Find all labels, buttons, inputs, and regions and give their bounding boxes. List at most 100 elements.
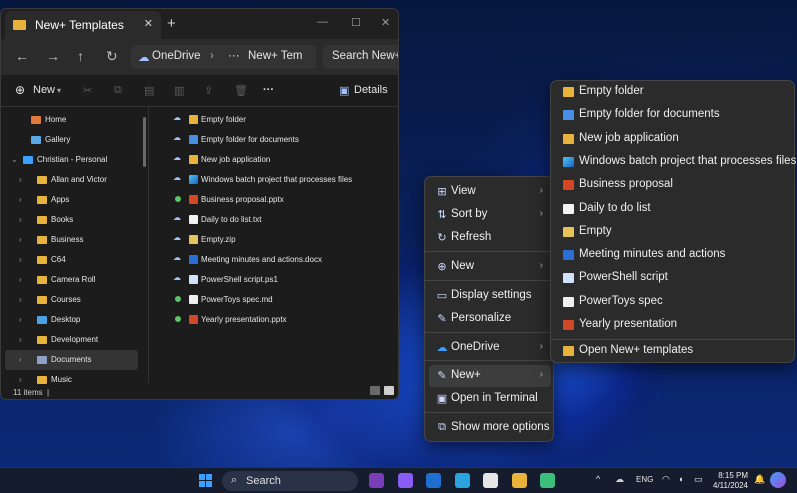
tiles-view-icon[interactable] (384, 386, 394, 395)
context-menu-item[interactable]: ↻ Refresh (429, 227, 551, 249)
chevron-right-icon[interactable]: › (19, 295, 22, 304)
volume-icon[interactable]: ◖ (678, 474, 683, 484)
sidebar-scrollbar[interactable] (143, 117, 146, 167)
start-button[interactable] (199, 474, 212, 487)
context-menu-item[interactable]: ⊞ View › (429, 181, 551, 203)
context-menu-item[interactable]: ⇅ Sort by › (429, 204, 551, 226)
file-explorer-app-icon[interactable] (511, 473, 527, 488)
new-tab-button[interactable]: + (167, 15, 176, 32)
rename-icon[interactable]: ▥ (174, 84, 184, 97)
refresh-button[interactable]: ↻ (106, 48, 118, 65)
template-label: Empty folder (579, 85, 644, 97)
context-menu-item[interactable]: ⧉ Show more options (429, 417, 551, 439)
visual-studio-app-icon[interactable] (397, 473, 413, 488)
onenote-app-icon[interactable] (369, 473, 384, 488)
sidebar-item[interactable]: › Apps (5, 190, 138, 210)
context-menu-item[interactable]: ▭ Display settings (429, 285, 551, 307)
context-menu-item[interactable]: ▣ Open in Terminal (429, 388, 551, 410)
onedrive-tray-icon[interactable]: ☁ (615, 474, 624, 485)
outlook-app-icon[interactable] (426, 473, 441, 488)
chevron-right-icon[interactable]: › (19, 255, 22, 264)
tray-overflow-icon[interactable]: ^ (596, 474, 600, 484)
paste-icon[interactable]: ▤ (144, 84, 154, 97)
back-button[interactable]: ← (15, 48, 29, 64)
new-plus-icon: ✎ (437, 370, 447, 382)
close-button[interactable]: ✕ (381, 16, 390, 29)
sidebar-item[interactable]: Home (5, 110, 138, 130)
sidebar-item[interactable]: › Books (5, 210, 138, 230)
sidebar-item[interactable]: › Desktop (5, 310, 138, 330)
explorer-tab[interactable]: New+ Templates ✕ (5, 11, 161, 39)
template-item[interactable]: Business proposal (555, 174, 791, 196)
template-item[interactable]: Empty folder for documents (555, 104, 791, 126)
battery-icon[interactable]: ▭ (694, 474, 703, 485)
delete-icon[interactable]: 🗑 (234, 84, 248, 97)
chevron-right-icon[interactable]: › (19, 355, 22, 364)
chevron-right-icon[interactable]: › (19, 195, 22, 204)
sidebar-item[interactable]: Gallery (5, 130, 138, 150)
chevron-right-icon[interactable]: › (19, 175, 22, 184)
new-button[interactable]: New (33, 84, 55, 96)
tab-close-icon[interactable]: ✕ (144, 17, 153, 30)
display-icon: ▭ (436, 290, 448, 302)
chevron-down-icon[interactable]: ⌄ (11, 155, 18, 164)
sidebar-item[interactable]: › C64 (5, 250, 138, 270)
context-menu-item[interactable]: ☁ OneDrive › (429, 337, 551, 359)
docblue-template-icon (563, 110, 574, 121)
breadcrumb-current[interactable]: New+ Tem (248, 50, 302, 62)
minimize-button[interactable]: — (317, 16, 328, 28)
copy-icon[interactable]: ⧉ (114, 84, 122, 97)
template-item[interactable]: PowerShell script (555, 267, 791, 289)
context-menu-item[interactable]: ✎ Personalize (429, 308, 551, 330)
template-item[interactable]: Daily to do list (555, 198, 791, 220)
sidebar-item[interactable]: › Allan and Victor (5, 170, 138, 190)
template-item[interactable]: PowerToys spec (555, 291, 791, 313)
sidebar-item[interactable]: › Courses (5, 290, 138, 310)
sidebar-item[interactable]: › Development (5, 330, 138, 350)
chevron-right-icon[interactable]: › (19, 235, 22, 244)
details-button[interactable]: Details (354, 84, 388, 96)
share-icon[interactable]: ⇪ (204, 84, 213, 97)
language-indicator[interactable]: ENG (636, 475, 653, 484)
template-item[interactable]: New job application (555, 128, 791, 150)
clock[interactable]: 8:15 PM 4/11/2024 (712, 471, 748, 491)
search-input[interactable]: Search New+ (323, 45, 398, 69)
sidebar-item[interactable]: › Documents (5, 350, 138, 370)
template-item[interactable]: Yearly presentation (555, 314, 791, 336)
taskbar-search[interactable]: ⌕ Search (222, 471, 358, 491)
wifi-icon[interactable]: ◠ (662, 474, 670, 485)
copilot-icon[interactable] (770, 472, 786, 488)
chevron-right-icon[interactable]: › (19, 215, 22, 224)
breadcrumb-ellipsis[interactable]: ··· (228, 50, 240, 62)
sidebar-item[interactable]: › Camera Roll (5, 270, 138, 290)
txtdoc-file-icon (189, 215, 198, 224)
template-item[interactable]: Empty (555, 221, 791, 243)
chevron-right-icon: › (539, 260, 543, 271)
up-button[interactable]: ↑ (77, 48, 84, 64)
folder-icon (37, 256, 47, 264)
edge-app-icon[interactable] (454, 473, 470, 488)
template-item[interactable]: Empty folder (555, 81, 791, 103)
chevron-right-icon[interactable]: › (19, 275, 22, 284)
template-item[interactable]: Meeting minutes and actions (555, 244, 791, 266)
github-app-icon[interactable] (483, 473, 498, 488)
details-view-icon[interactable] (370, 386, 380, 395)
sidebar-item[interactable]: ⌄ Christian - Personal (5, 150, 138, 170)
maximize-button[interactable]: ☐ (351, 16, 361, 29)
sidebar-item[interactable]: › Business (5, 230, 138, 250)
breadcrumb-onedrive[interactable]: OneDrive (152, 50, 201, 62)
context-menu-label: Display settings (451, 289, 532, 301)
context-menu-item[interactable]: ⊕ New › (429, 256, 551, 278)
chevron-right-icon[interactable]: › (19, 335, 22, 344)
template-item[interactable]: Windows batch project that processes fil… (555, 151, 796, 173)
edge-dev-app-icon[interactable] (540, 473, 555, 488)
cut-icon[interactable]: ✂ (83, 84, 92, 97)
chevron-right-icon[interactable]: › (19, 315, 22, 324)
open-templates-item[interactable]: Open New+ templates (555, 340, 791, 362)
zipf-template-icon (563, 226, 574, 237)
notification-bell-icon[interactable]: 🔔 (754, 474, 765, 485)
breadcrumb[interactable]: ☁ OneDrive › ··· New+ Tem (131, 45, 316, 69)
context-menu-item[interactable]: ✎ New+ › (429, 365, 551, 387)
forward-button[interactable]: → (46, 48, 60, 64)
see-more-button[interactable]: ··· (263, 84, 274, 96)
